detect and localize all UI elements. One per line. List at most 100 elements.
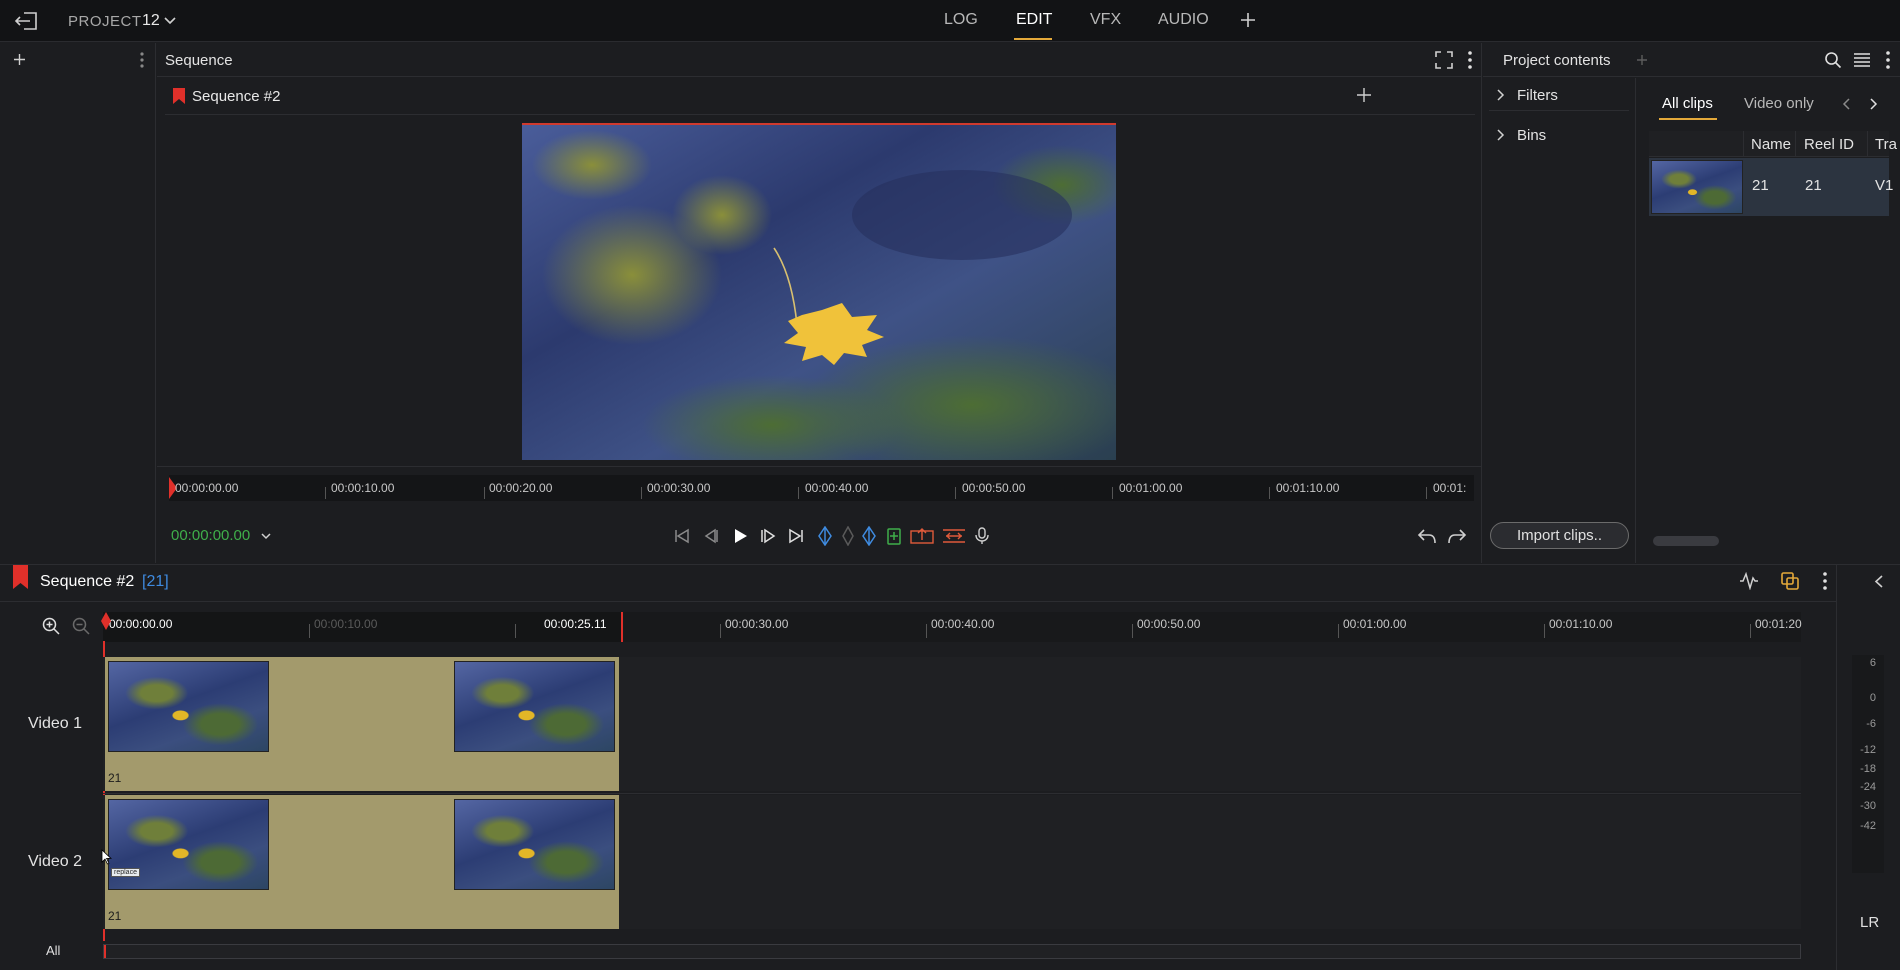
more-vertical-icon[interactable] [1468,51,1472,69]
row-name: 21 [1752,177,1769,194]
clear-marks-icon[interactable] [842,526,854,546]
project-number[interactable]: 12 [142,12,160,30]
add-marker-icon[interactable] [886,527,902,545]
timeline-clip[interactable]: 21 [105,795,619,929]
audio-meter: 6 0 -6 -12 -18 -24 -30 -42 [1852,655,1884,873]
chevron-down-icon[interactable] [261,533,271,540]
horizontal-scrollbar[interactable] [1653,536,1719,546]
add-icon[interactable] [1356,87,1372,103]
fullscreen-icon[interactable] [1435,51,1453,69]
add-icon[interactable] [13,53,26,66]
add-icon[interactable] [1636,54,1648,66]
column-header-name[interactable]: Name [1751,136,1791,153]
viewer-ruler[interactable]: 00:00:00.00 00:00:10.00 00:00:20.00 00:0… [169,475,1474,501]
lift-icon[interactable] [910,527,934,545]
waveform-icon[interactable] [1739,572,1759,590]
timecode-display[interactable]: 00:00:00.00 [171,527,250,544]
tab-log[interactable]: LOG [944,11,978,29]
microphone-icon[interactable] [975,527,989,545]
timeline-clip[interactable]: 21 [105,657,619,791]
row-track: V1 [1875,177,1894,194]
playhead-time-label: 00:00:25.11 [544,617,607,631]
zoom-in-icon[interactable] [42,617,60,635]
list-view-icon[interactable] [1853,52,1871,68]
divider [1867,131,1868,157]
undo-icon[interactable] [1417,527,1437,545]
clip-count: [21] [142,573,169,590]
project-header: Project contents [1483,43,1900,77]
ruler-tick [515,624,516,638]
tab-audio[interactable]: AUDIO [1158,11,1209,29]
more-vertical-icon[interactable] [140,52,144,68]
ruler-tick [325,487,326,499]
ruler-tick [955,487,956,499]
project-title: Project contents [1503,52,1611,69]
zoom-out-icon[interactable] [72,617,90,635]
chevron-left-icon[interactable] [1874,575,1883,588]
ruler-label: 00:01:20 [1755,617,1802,631]
ruler-label: 00:00:50.00 [962,481,1026,495]
tab-all-clips[interactable]: All clips [1662,95,1713,112]
go-to-start-icon[interactable] [673,527,691,545]
chevron-right-icon[interactable] [1870,98,1878,110]
ruler-tick [1132,624,1133,638]
search-icon[interactable] [1824,51,1842,69]
viewer-title: Sequence [165,52,233,69]
filters-label[interactable]: Filters [1517,87,1558,104]
exit-icon[interactable] [14,10,40,32]
linked-selection-icon[interactable] [1780,571,1800,591]
mark-out-icon[interactable] [862,526,876,546]
meter-label: -18 [1860,763,1876,775]
play-icon[interactable] [731,527,749,545]
go-to-end-icon[interactable] [787,527,805,545]
meter-label: -42 [1860,820,1876,832]
ruler-label: 00:00:10.00 [331,481,395,495]
column-header-track[interactable]: Tra [1875,136,1897,153]
table-row[interactable]: 21 21 V1 [1649,158,1893,216]
playhead-handle[interactable] [101,612,111,630]
column-header-reel-id[interactable]: Reel ID [1804,136,1854,153]
ruler-label: 00:01:00.00 [1119,481,1183,495]
ruler-tick [1426,487,1427,499]
add-tab-icon[interactable] [1240,12,1256,28]
clip-thumbnail [1651,160,1743,214]
chevron-right-icon[interactable] [1497,129,1505,141]
ruler-tick [720,624,721,638]
ruler-tick [484,487,485,499]
meter-label: -12 [1860,744,1876,756]
meter-label: -24 [1860,781,1876,793]
tab-edit[interactable]: EDIT [1016,11,1052,29]
timeline-scrollbar[interactable] [103,944,1801,959]
cursor-tooltip: replace [111,868,140,877]
extract-icon[interactable] [942,527,966,545]
scrollbar-playhead [104,945,106,958]
bins-label[interactable]: Bins [1517,127,1546,144]
range-end-marker[interactable] [621,612,623,642]
ruler-label: 00:00:40.00 [805,481,869,495]
video-preview[interactable] [522,123,1116,460]
ruler-label: 00:00:50.00 [1137,617,1201,631]
track-label-video-1: Video 1 [28,715,82,732]
import-clips-button[interactable]: Import clips.. [1490,522,1629,549]
chevron-right-icon[interactable] [1497,89,1505,101]
more-vertical-icon[interactable] [1886,51,1890,69]
chevron-left-icon[interactable] [1842,98,1850,110]
step-back-icon[interactable] [702,527,720,545]
tab-vfx[interactable]: VFX [1090,11,1121,29]
project-sidebar: Filters Bins [1483,78,1636,563]
tab-video-only[interactable]: Video only [1744,95,1814,112]
timeline-sequence-name: Sequence #2 [40,573,135,590]
meter-label: 6 [1869,657,1876,669]
viewer-header: Sequence [157,43,1482,77]
mark-in-icon[interactable] [818,526,832,546]
ruler-tick [1112,487,1113,499]
more-vertical-icon[interactable] [1823,572,1827,590]
ruler-label: 00:00:00.00 [175,481,239,495]
timeline-ruler[interactable]: 00:00:00.00 00:00:10.00 00:00:25.11 00:0… [101,612,1802,642]
redo-icon[interactable] [1447,527,1467,545]
step-forward-icon[interactable] [759,527,777,545]
ruler-tick [926,624,927,638]
clip-thumbnail [108,661,269,752]
chevron-down-icon[interactable] [164,16,176,25]
ruler-label: 00:00:40.00 [931,617,995,631]
